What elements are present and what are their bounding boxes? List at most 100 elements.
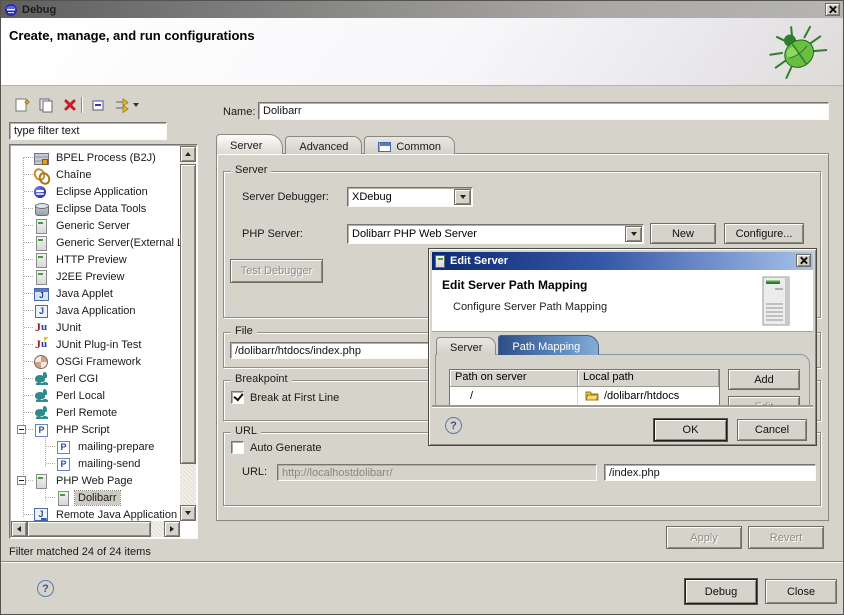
new-server-button[interactable]: New — [650, 223, 716, 244]
toolbar-menu-caret[interactable] — [133, 103, 139, 110]
server-debugger-value: XDebug — [348, 191, 454, 203]
php-server-label: PHP Server: — [242, 228, 303, 240]
tree-item-label: Eclipse Application — [53, 185, 151, 199]
new-configuration-button[interactable] — [11, 95, 33, 115]
tab-server[interactable]: Server — [216, 134, 283, 154]
scroll-left-button[interactable] — [11, 521, 27, 537]
filter-input[interactable] — [9, 122, 167, 140]
tree-item-mailing-prepare[interactable]: mailing-prepare — [11, 438, 181, 455]
break-first-line-checkbox[interactable] — [231, 391, 244, 404]
tree-item-label: PHP Web Page — [53, 474, 136, 488]
tab-path-mapping[interactable]: Path Mapping — [498, 335, 599, 355]
tree-item-generic-server[interactable]: Generic Server — [11, 217, 181, 234]
breakpoint-group-label: Breakpoint — [231, 373, 292, 385]
close-icon[interactable] — [796, 254, 811, 267]
close-button[interactable]: Close — [765, 579, 837, 604]
tab-advanced[interactable]: Advanced — [285, 136, 362, 154]
ok-button[interactable]: OK — [654, 419, 727, 441]
scroll-up-button[interactable] — [180, 146, 196, 162]
tree-item-mailing-send[interactable]: mailing-send — [11, 455, 181, 472]
tree-item-label: Generic Server(External La — [53, 236, 192, 250]
url-path-input[interactable] — [604, 464, 816, 481]
tree-item-dolibarr[interactable]: Dolibarr — [11, 489, 181, 506]
tree-vertical-scrollbar-thumb[interactable] — [180, 164, 196, 464]
server-icon — [33, 218, 49, 234]
tree-item-java-application[interactable]: Java Application — [11, 302, 181, 319]
tree-item-generic-server-external-la[interactable]: Generic Server(External La — [11, 234, 181, 251]
tree-item-label: PHP Script — [53, 423, 113, 437]
help-icon[interactable]: ? — [37, 580, 54, 597]
tree-item-junit-plug-in-test[interactable]: JUnit Plug-in Test — [11, 336, 181, 353]
tab-common[interactable]: Common — [364, 136, 455, 154]
cancel-button[interactable]: Cancel — [737, 419, 807, 441]
name-input[interactable] — [258, 102, 829, 120]
debug-window: Debug Create, manage, and run configurat… — [0, 0, 844, 615]
column-header-local-path[interactable]: Local path — [578, 370, 719, 387]
footer-separator — [1, 561, 843, 563]
tree-item-eclipse-application[interactable]: Eclipse Application — [11, 183, 181, 200]
window-titlebar[interactable]: Debug — [1, 1, 843, 18]
tree-item-label: Dolibarr — [75, 491, 120, 505]
junit-plugin-icon — [33, 337, 49, 353]
server-icon — [33, 269, 49, 285]
tree-item-eclipse-data-tools[interactable]: Eclipse Data Tools — [11, 200, 181, 217]
debug-button[interactable]: Debug — [685, 579, 757, 604]
edit-server-dialog: Edit Server Edit Server Path Mapping Con… — [428, 248, 817, 446]
tree-item-junit[interactable]: JUnit — [11, 319, 181, 336]
filter-button[interactable] — [111, 95, 133, 115]
php-server-value: Dolibarr PHP Web Server — [348, 228, 625, 240]
server-debugger-label: Server Debugger: — [242, 191, 329, 203]
collapse-expander-icon[interactable] — [17, 425, 26, 434]
tree-item-php-web-page[interactable]: PHP Web Page — [11, 472, 181, 489]
auto-generate-label: Auto Generate — [250, 442, 322, 454]
php-server-select[interactable]: Dolibarr PHP Web Server — [347, 224, 644, 244]
bug-icon — [761, 22, 835, 80]
tab-label: Path Mapping — [512, 341, 580, 353]
help-icon[interactable]: ? — [445, 417, 462, 434]
tree-item-label: Perl Remote — [53, 406, 120, 420]
tree-item-php-script[interactable]: PHP Script — [11, 421, 181, 438]
junit-icon — [33, 320, 49, 336]
window-title: Debug — [22, 4, 56, 16]
scroll-down-button[interactable] — [180, 505, 196, 521]
collapse-all-button[interactable] — [87, 95, 109, 115]
chevron-down-icon[interactable] — [625, 226, 642, 242]
tree-item-label: J2EE Preview — [53, 270, 127, 284]
break-first-line-label: Break at First Line — [250, 392, 339, 404]
tree-item-http-preview[interactable]: HTTP Preview — [11, 251, 181, 268]
configure-button[interactable]: Configure... — [724, 223, 804, 244]
tree-item-perl-cgi[interactable]: Perl CGI — [11, 370, 181, 387]
server-tower-icon — [757, 275, 797, 329]
tree-item-java-applet[interactable]: Java Applet — [11, 285, 181, 302]
tree-item-bpel-process-b2j[interactable]: BPEL Process (B2J) — [11, 149, 181, 166]
duplicate-button[interactable] — [35, 95, 57, 115]
auto-generate-checkbox[interactable] — [231, 441, 244, 454]
java-icon — [33, 303, 49, 319]
tree-item-osgi-framework[interactable]: OSGi Framework — [11, 353, 181, 370]
perl-icon — [33, 388, 49, 404]
tree-item-j2ee-preview[interactable]: J2EE Preview — [11, 268, 181, 285]
scroll-right-button[interactable] — [164, 521, 180, 537]
tree-item-perl-remote[interactable]: Perl Remote — [11, 404, 181, 421]
tree-item-cha-ne[interactable]: Chaîne — [11, 166, 181, 183]
php-server-icon — [33, 473, 49, 489]
chevron-down-icon[interactable] — [454, 189, 471, 205]
add-button[interactable]: Add — [728, 369, 800, 390]
column-header-path-on-server[interactable]: Path on server — [450, 370, 578, 387]
close-icon[interactable] — [825, 3, 840, 16]
php-file-icon — [55, 456, 71, 472]
delete-button[interactable] — [59, 95, 81, 115]
local-path-cell: /dolibarr/htdocs — [578, 390, 719, 402]
dialog-footer: ? OK Cancel — [432, 407, 813, 444]
tab-server[interactable]: Server — [436, 337, 496, 355]
tree-horizontal-scrollbar-thumb[interactable] — [27, 521, 151, 537]
bpel-process-icon — [33, 150, 49, 166]
table-row[interactable]: //dolibarr/htdocs — [450, 387, 719, 404]
tree-item-perl-local[interactable]: Perl Local — [11, 387, 181, 404]
perl-icon — [33, 371, 49, 387]
tab-label: Advanced — [299, 141, 348, 153]
tree-item-label: Perl Local — [53, 389, 108, 403]
dialog-titlebar[interactable]: Edit Server — [432, 252, 813, 270]
server-debugger-select[interactable]: XDebug — [347, 187, 473, 207]
collapse-expander-icon[interactable] — [17, 476, 26, 485]
